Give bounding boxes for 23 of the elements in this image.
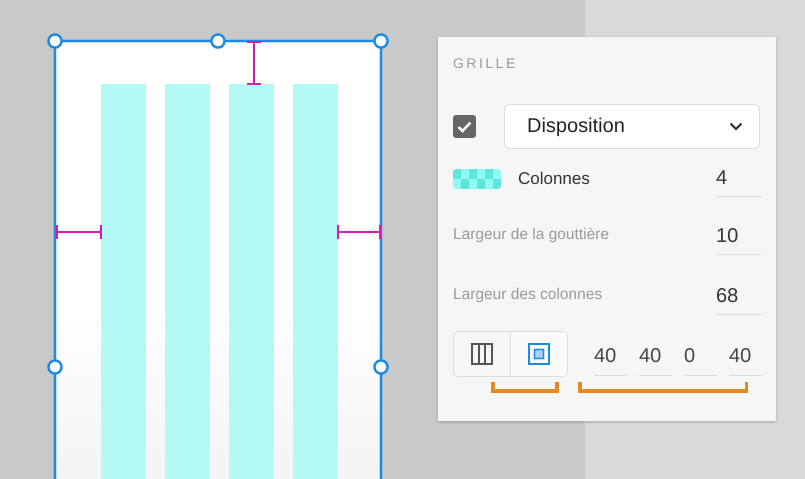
columns-icon — [471, 343, 494, 365]
columns-label: Colonnes — [518, 169, 591, 189]
column-width-label: Largeur des colonnes — [453, 286, 604, 304]
columns-field[interactable]: 4 — [716, 161, 762, 197]
margin-field[interactable]: 40 — [594, 338, 627, 376]
gutter-width-field[interactable]: 10 — [716, 219, 762, 255]
grid-checkbox[interactable] — [453, 115, 476, 138]
panel-title: GRILLE — [453, 54, 519, 73]
margin-field[interactable]: 40 — [639, 338, 672, 376]
layout-dropdown[interactable]: Disposition — [504, 104, 760, 149]
column-width-field[interactable]: 68 — [716, 279, 762, 315]
margins-icon — [528, 343, 550, 365]
grid-swatch-icon — [453, 169, 501, 189]
bracket-mark — [491, 382, 559, 393]
check-icon — [457, 120, 472, 132]
margin-field[interactable]: 0 — [684, 338, 717, 376]
chevron-down-icon — [729, 122, 743, 131]
gutter-width-label: Largeur de la gouttière — [453, 226, 610, 244]
left-margin-marker — [56, 224, 102, 240]
margins-mode-button[interactable] — [510, 332, 567, 376]
margin-field[interactable]: 40 — [729, 338, 762, 376]
top-margin-marker — [246, 41, 262, 85]
right-margin-marker — [337, 224, 381, 240]
